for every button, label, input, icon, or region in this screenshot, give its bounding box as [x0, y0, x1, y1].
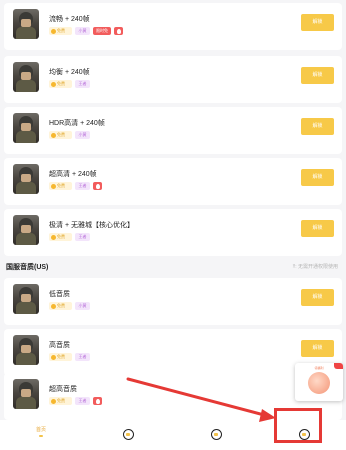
- free-tag: 免费: [49, 27, 72, 35]
- free-tag: 免费: [49, 233, 72, 241]
- preset-card: HDR高清 + 240帧 免费 小黄 解锁: [4, 107, 342, 154]
- tab-discover[interactable]: [110, 420, 150, 450]
- audio-card: 高音质 免费 王者 解锁: [4, 329, 342, 376]
- audio-tags: 免费 王者: [49, 397, 102, 405]
- tier-tag: 小黄: [75, 131, 90, 139]
- audio-tags: 免费 小黄: [49, 302, 90, 310]
- preset-name: 超高清 + 240帧: [49, 171, 97, 178]
- game-thumbnail: [13, 9, 39, 39]
- fire-icon: [93, 397, 102, 405]
- game-thumbnail: [13, 164, 39, 194]
- discover-icon: [123, 429, 134, 440]
- coin-icon: [51, 398, 56, 404]
- section-title: 国服音质(US): [6, 264, 49, 271]
- preset-tags: 免费 王者: [49, 233, 90, 241]
- unlock-button[interactable]: 解锁: [301, 67, 334, 84]
- preset-tags: 免费 王者: [49, 80, 90, 88]
- audio-tags: 免费 王者: [49, 353, 90, 361]
- tab-home-label: 首页: [35, 427, 46, 433]
- promo-avatar: [308, 372, 330, 394]
- annotation-highlight-box: [274, 408, 322, 443]
- preset-name: 流畅 + 240帧: [49, 16, 90, 23]
- unlock-button[interactable]: 解锁: [301, 118, 334, 135]
- preset-tags: 免费 小黄: [49, 131, 90, 139]
- game-thumbnail: [13, 284, 39, 314]
- tier-tag: 王者: [75, 397, 90, 405]
- preset-card: 流畅 + 240帧 免费 小黄 限时免 解锁: [4, 3, 342, 50]
- game-thumbnail: [13, 113, 39, 143]
- preset-card: 极清 + 无雅城【核心优化】 免费 王者 解锁: [4, 209, 342, 256]
- section-hint: !!: 无需开通权限使用: [292, 264, 338, 270]
- preset-tags: 免费 王者: [49, 182, 102, 190]
- fire-icon: [93, 182, 102, 190]
- tab-chart[interactable]: [198, 420, 238, 450]
- coin-icon: [51, 303, 56, 309]
- fire-icon: [114, 27, 123, 35]
- coin-icon: [51, 183, 56, 189]
- free-tag: 免费: [49, 182, 72, 190]
- tier-tag: 王者: [75, 233, 90, 241]
- game-thumbnail: [13, 335, 39, 365]
- preset-name: 极清 + 无雅城【核心优化】: [49, 222, 134, 229]
- preset-name: 均衡 + 240帧: [49, 69, 90, 76]
- game-thumbnail: [13, 215, 39, 245]
- tier-tag: 小黄: [75, 302, 90, 310]
- free-tag: 免费: [49, 302, 72, 310]
- preset-card: 超高清 + 240帧 免费 王者 解锁: [4, 158, 342, 205]
- game-thumbnail: [13, 379, 39, 409]
- coin-icon: [51, 81, 56, 87]
- preset-card: 均衡 + 240帧 免费 王者 解锁: [4, 56, 342, 103]
- coin-icon: [51, 132, 56, 138]
- tab-home[interactable]: 首页: [21, 420, 61, 450]
- unlock-button[interactable]: 解锁: [301, 220, 334, 237]
- unlock-button[interactable]: 解锁: [301, 340, 334, 357]
- audio-card: 低音质 免费 小黄 解锁: [4, 278, 342, 325]
- active-indicator: [39, 435, 43, 437]
- free-tag: 免费: [49, 80, 72, 88]
- preset-tags: 免费 小黄 限时免: [49, 27, 123, 35]
- coin-icon: [51, 354, 56, 360]
- free-tag: 免费: [49, 353, 72, 361]
- free-tag: 免费: [49, 397, 72, 405]
- unlock-button[interactable]: 解锁: [301, 289, 334, 306]
- game-thumbnail: [13, 62, 39, 92]
- audio-name: 低音质: [49, 291, 70, 298]
- tier-tag: 王者: [75, 353, 90, 361]
- audio-name: 高音质: [49, 342, 70, 349]
- tier-tag: 小黄: [75, 27, 90, 35]
- close-badge-icon[interactable]: [334, 363, 343, 369]
- coin-icon: [51, 234, 56, 240]
- preset-name: HDR高清 + 240帧: [49, 120, 105, 127]
- limited-tag: 限时免: [93, 27, 111, 35]
- audio-name: 超高音质: [49, 386, 77, 393]
- floating-promo-card[interactable]: 领福利: [295, 363, 343, 401]
- free-tag: 免费: [49, 131, 72, 139]
- chart-icon: [211, 429, 222, 440]
- unlock-button[interactable]: 解锁: [301, 14, 334, 31]
- tier-tag: 王者: [75, 80, 90, 88]
- tier-tag: 王者: [75, 182, 90, 190]
- coin-icon: [51, 28, 56, 34]
- unlock-button[interactable]: 解锁: [301, 169, 334, 186]
